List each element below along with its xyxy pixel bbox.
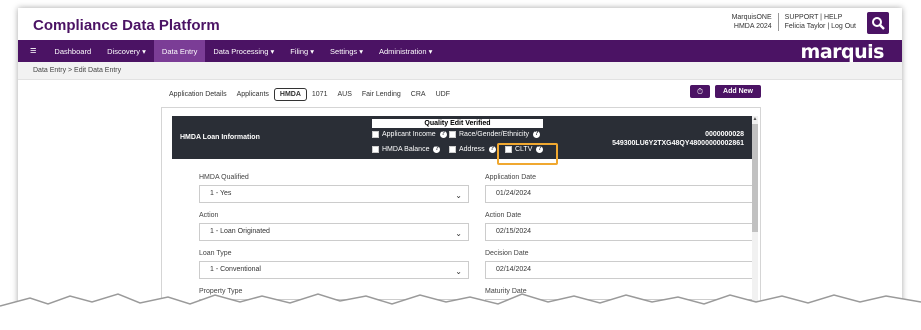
check-label: Race/Gender/Ethnicity [459,131,530,138]
loan-type-select[interactable]: 1 - Conventional ⌄ [199,261,469,279]
panel-scrollbar[interactable]: ▲ [752,116,758,308]
nav-settings[interactable]: Settings ▾ [322,40,371,62]
cltv-highlight [497,143,558,165]
application-date-label: Application Date [485,174,536,181]
loan-identifiers: 0000000028 549300LU6Y2TXG48QY48000000002… [612,130,744,148]
action-label: Action [199,212,219,219]
loan-info-title: HMDA Loan Information [180,134,260,141]
checkbox[interactable] [449,131,456,138]
scroll-thumb[interactable] [752,124,758,232]
quality-edit-title: Quality Edit Verified [372,119,543,128]
clock-icon: ⏱ [696,86,704,96]
app-title: Compliance Data Platform [33,17,220,34]
help-icon[interactable]: ? [439,131,447,138]
action-select[interactable]: 1 - Loan Originated ⌄ [199,223,469,241]
account-info: MarquisONE HMDA 2024 [726,13,778,31]
tab-1071[interactable]: 1071 [307,88,333,101]
application-date-input[interactable]: 01/24/2024 [485,185,755,203]
decision-date-label: Decision Date [485,250,529,257]
check-applicant-income[interactable]: Applicant Income ? [372,131,447,138]
select-value: 1 - Yes [210,190,232,197]
check-label: Applicant Income [382,131,436,138]
chevron-down-icon: ⌄ [455,191,462,200]
checkbox[interactable] [372,131,379,138]
search-icon [872,17,885,30]
support-help-link[interactable]: SUPPORT | HELP [785,13,856,22]
nav-filing[interactable]: Filing ▾ [282,40,322,62]
account-area: MarquisONE HMDA 2024 SUPPORT | HELP Feli… [726,13,862,31]
check-hmda-balance[interactable]: HMDA Balance ? [372,146,441,153]
tab-aus[interactable]: AUS [332,88,356,101]
checkbox[interactable] [449,146,456,153]
history-button[interactable]: ⏱ [690,85,710,98]
loan-number: 0000000028 [705,131,744,138]
main-nav: ≡ Dashboard Discovery ▾ Data Entry Data … [18,40,902,62]
check-race-gender[interactable]: Race/Gender/Ethnicity ? [449,131,541,138]
tab-fair-lending[interactable]: Fair Lending [357,88,406,101]
nav-data-processing[interactable]: Data Processing ▾ [205,40,282,62]
breadcrumb: Data Entry > Edit Data Entry [18,62,902,80]
nav-dashboard[interactable]: Dashboard [46,40,99,62]
hmda-qualified-select[interactable]: 1 - Yes ⌄ [199,185,469,203]
nav-data-entry[interactable]: Data Entry [153,40,206,62]
loan-type-label: Loan Type [199,250,232,257]
tab-cra[interactable]: CRA [406,88,431,101]
scroll-up-icon[interactable]: ▲ [752,116,758,122]
hmda-qualified-label: HMDA Qualified [199,174,249,181]
add-new-button[interactable]: Add New [715,85,761,98]
user-links: SUPPORT | HELP Felicia Taylor | Log Out [777,13,862,31]
select-value: 1 - Loan Originated [210,228,270,235]
tab-bar: Application Details Applicants HMDA 1071… [164,88,455,101]
app-window: Compliance Data Platform MarquisONE HMDA… [18,8,902,308]
nav-discovery[interactable]: Discovery ▾ [99,40,154,62]
account-year: HMDA 2024 [733,23,772,30]
check-label: HMDA Balance [382,146,430,153]
nav-administration[interactable]: Administration ▾ [371,40,440,62]
torn-edge [0,293,921,330]
action-date-label: Action Date [485,212,522,219]
help-icon[interactable]: ? [533,131,541,138]
tab-hmda[interactable]: HMDA [273,88,307,101]
search-button[interactable] [867,12,889,34]
chevron-down-icon: ⌄ [455,267,462,276]
menu-icon[interactable]: ≡ [18,40,46,62]
hmda-panel: HMDA Loan Information Quality Edit Verif… [161,107,761,308]
check-address[interactable]: Address ? [449,146,496,153]
chevron-down-icon: ⌄ [455,229,462,238]
select-value: 1 - Conventional [210,266,261,273]
account-name: MarquisONE [731,14,772,21]
checkbox[interactable] [372,146,379,153]
top-header: Compliance Data Platform MarquisONE HMDA… [18,8,902,40]
check-label: Address [459,146,485,153]
action-date-input[interactable]: 02/15/2024 [485,223,755,241]
help-icon[interactable]: ? [433,146,441,153]
tab-applicants[interactable]: Applicants [232,88,274,101]
loan-info-header: HMDA Loan Information Quality Edit Verif… [172,116,752,165]
brand-logo: marquis [800,41,885,63]
decision-date-input[interactable]: 02/14/2024 [485,261,755,279]
uli-number: 549300LU6Y2TXG48QY48000000002861 [612,140,744,147]
help-icon[interactable]: ? [488,146,496,153]
tab-application-details[interactable]: Application Details [164,88,232,101]
tab-udf[interactable]: UDF [431,88,455,101]
user-logout-link[interactable]: Felicia Taylor | Log Out [785,22,856,31]
